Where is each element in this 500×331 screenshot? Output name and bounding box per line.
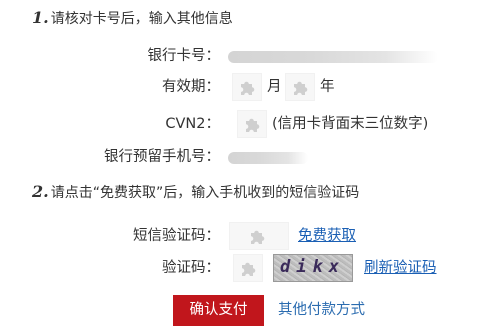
sms-code-row: 短信验证码： 免费获取	[0, 222, 500, 250]
puzzle-placeholder-icon	[239, 259, 259, 279]
phone-masked	[228, 152, 308, 164]
card-number-masked	[228, 51, 438, 63]
phone-row: 银行预留手机号：	[0, 143, 500, 171]
captcha-text: dikx	[280, 257, 345, 277]
expiry-row: 有效期： 月 年	[0, 73, 500, 101]
expiry-month-input[interactable]	[232, 73, 262, 101]
step-number: 2.	[32, 182, 49, 201]
confirm-pay-button[interactable]: 确认支付	[173, 295, 264, 326]
other-payment-link[interactable]: 其他付款方式	[278, 295, 365, 326]
phone-label: 银行预留手机号：	[104, 149, 220, 165]
cvn-row: CVN2： (信用卡背面末三位数字)	[0, 110, 500, 138]
expiry-label: 有效期：	[162, 79, 220, 95]
step-number: 1.	[32, 8, 49, 27]
captcha-input[interactable]	[233, 254, 263, 282]
year-unit: 年	[320, 79, 335, 95]
cvn-input[interactable]	[237, 110, 267, 138]
puzzle-placeholder-icon	[243, 115, 263, 135]
sms-code-label: 短信验证码：	[133, 228, 220, 244]
step-instruction: 请点击“免费获取”后，输入手机收到的短信验证码	[50, 185, 360, 201]
puzzle-placeholder-icon	[238, 78, 258, 98]
captcha-label: 验证码：	[162, 260, 220, 276]
card-number-label: 银行卡号：	[147, 48, 221, 64]
cvn-label: CVN2：	[165, 116, 220, 132]
get-sms-code-link[interactable]: 免费获取	[298, 222, 356, 250]
card-number-row: 银行卡号：	[0, 42, 500, 70]
step-2-heading: 2. 请点击“免费获取”后，输入手机收到的短信验证码	[32, 182, 359, 202]
cvn-hint: (信用卡背面末三位数字)	[272, 116, 429, 132]
month-unit: 月	[267, 79, 282, 95]
step-1-heading: 1. 请核对卡号后，输入其他信息	[32, 8, 233, 28]
puzzle-placeholder-icon	[248, 227, 268, 247]
puzzle-placeholder-icon	[291, 78, 311, 98]
expiry-year-input[interactable]	[285, 73, 315, 101]
captcha-row: 验证码： dikx 刷新验证码	[0, 254, 500, 282]
captcha-image[interactable]: dikx	[273, 254, 353, 282]
sms-code-input[interactable]	[229, 222, 289, 250]
step-instruction: 请核对卡号后，输入其他信息	[50, 11, 233, 27]
refresh-captcha-link[interactable]: 刷新验证码	[364, 254, 437, 282]
